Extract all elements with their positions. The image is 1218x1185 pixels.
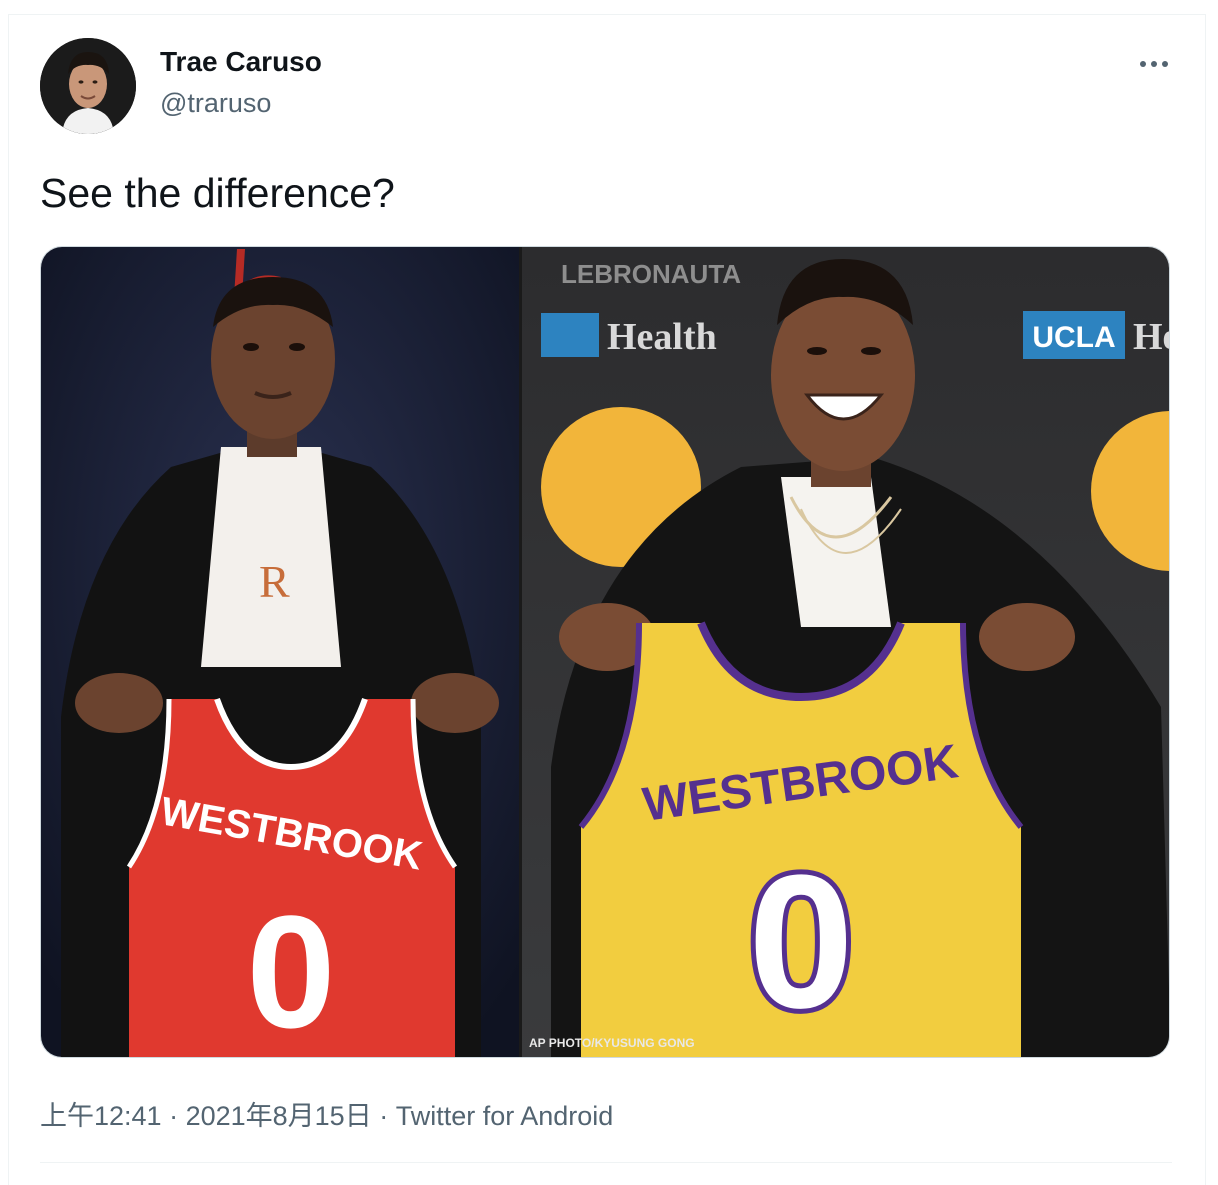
tweet-media-image[interactable]: R WESTBROOK 0 LEBRONAUTA Health UCLA H W… [40, 246, 1170, 1058]
tweet-meta: 上午12:41 · 2021年8月15日 · Twitter for Andro… [40, 1094, 613, 1133]
sponsor-right: He [1133, 316, 1170, 358]
watermark-text: LEBRONAUTA [561, 259, 741, 289]
tweet-text: See the difference? [40, 170, 395, 216]
sponsor-badge: UCLA [1032, 321, 1115, 354]
left-jersey-number: 0 [247, 882, 336, 1058]
sponsor-left: Health [607, 316, 717, 358]
photo-credit: AP PHOTO/KYUSUNG GONG [529, 1036, 695, 1050]
avatar[interactable] [40, 38, 136, 134]
divider [40, 1162, 1172, 1163]
svg-text:R: R [259, 556, 290, 607]
right-jersey-number: 0 [748, 836, 854, 1048]
author-handle[interactable]: @traruso [160, 88, 271, 119]
meta-separator: · [371, 1101, 396, 1131]
right-photo: LEBRONAUTA Health UCLA He [521, 247, 1170, 1057]
more-horizontal-icon[interactable] [1136, 48, 1172, 80]
meta-separator: · [161, 1101, 186, 1131]
tweet-source[interactable]: Twitter for Android [396, 1101, 614, 1131]
tweet-time[interactable]: 上午12:41 [40, 1101, 162, 1131]
left-photo: R WESTBROOK 0 [41, 247, 521, 1058]
media-illustration: R WESTBROOK 0 LEBRONAUTA Health UCLA H W… [41, 247, 1170, 1058]
avatar-portrait [40, 38, 136, 134]
tweet-date[interactable]: 2021年8月15日 [186, 1101, 372, 1131]
author-name[interactable]: Trae Caruso [160, 46, 322, 78]
